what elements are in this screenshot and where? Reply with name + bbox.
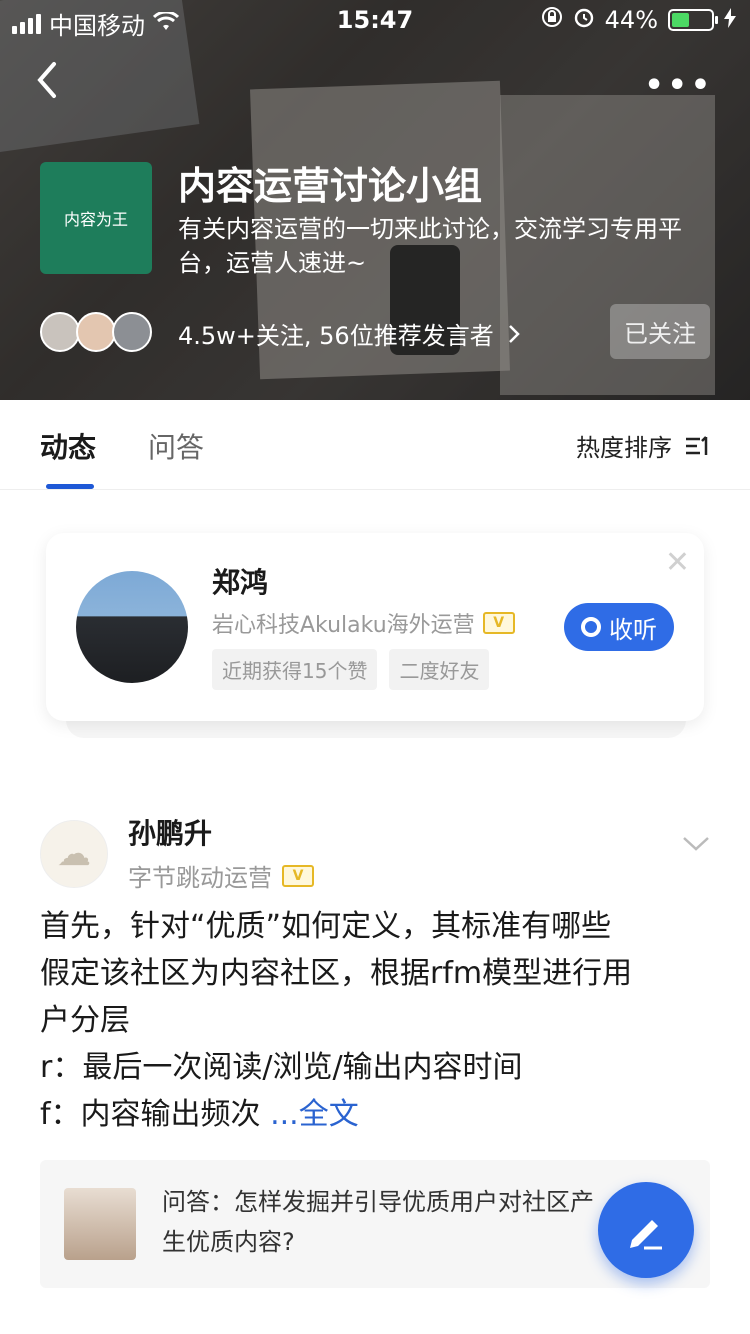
chevron-right-icon — [508, 324, 520, 343]
tag: 二度好友 — [389, 649, 490, 690]
avatar — [112, 312, 152, 352]
group-logo: 内容为王 — [40, 162, 152, 274]
compose-button[interactable] — [598, 1182, 694, 1278]
avatar — [40, 312, 80, 352]
recommend-user-card[interactable]: ✕ 郑鸿 岩心科技Akulaku海外运营 V 近期获得15个赞 二度好友 收听 — [46, 533, 704, 721]
follow-button[interactable]: 已关注 — [610, 304, 710, 359]
read-more-link[interactable]: ...全文 — [270, 1097, 359, 1132]
more-dots-icon: ••• — [644, 68, 714, 103]
sort-icon — [686, 435, 708, 455]
verified-badge-icon: V — [282, 864, 314, 887]
verified-badge-icon: V — [482, 612, 515, 634]
charging-icon — [724, 6, 736, 34]
tab-qa[interactable]: 问答 — [148, 426, 204, 466]
post-line: f：内容输出频次 — [40, 1097, 271, 1132]
back-arrow-icon — [37, 62, 56, 98]
alarm-icon — [573, 6, 595, 34]
avatar[interactable]: ☁ — [40, 820, 108, 888]
rotation-lock-icon — [541, 6, 563, 34]
active-tab-indicator — [46, 484, 94, 489]
question-text: 问答：怎样发掘并引导优质用户对社区产生优质内容? — [162, 1188, 594, 1256]
post-author-company: 字节跳动运营 — [128, 864, 272, 892]
listen-icon — [581, 617, 601, 637]
post-line: 首先，针对“优质”如何定义，其标准有哪些 — [40, 909, 612, 944]
chevron-down-icon[interactable] — [682, 826, 710, 859]
followers-link[interactable]: 4.5w+关注, 56位推荐发言者 — [178, 316, 520, 351]
avatar[interactable] — [76, 571, 188, 683]
close-icon[interactable]: ✕ — [665, 545, 690, 580]
card-stack-shadow — [66, 720, 686, 738]
speaker-avatars[interactable] — [40, 312, 152, 352]
user-tags: 近期获得15个赞 二度好友 — [212, 649, 490, 690]
tab-bar: 动态 问答 热度排序 — [0, 400, 750, 490]
user-name[interactable]: 郑鸿 — [212, 561, 268, 601]
avatar — [76, 312, 116, 352]
more-options-button[interactable]: ••• — [644, 68, 714, 103]
group-header: 中国移动 15:47 44% ••• 内容为王 内容运营讨论小组 有关内容运营的… — [0, 0, 750, 400]
post-line: 假定该社区为内容社区，根据rfm模型进行用 — [40, 956, 633, 991]
pencil-icon — [630, 1220, 662, 1250]
back-button[interactable] — [34, 60, 74, 110]
status-bar: 中国移动 15:47 44% — [0, 0, 750, 40]
group-description: 有关内容运营的一切来此讨论，交流学习专用平台，运营人速进~ — [178, 215, 682, 277]
listen-button[interactable]: 收听 — [564, 603, 674, 651]
tab-feed[interactable]: 动态 — [40, 426, 96, 466]
post-line: 户分层 — [40, 1003, 130, 1038]
group-title: 内容运营讨论小组 — [178, 164, 483, 208]
battery-percent: 44% — [604, 6, 658, 34]
post-body[interactable]: 首先，针对“优质”如何定义，其标准有哪些 假定该社区为内容社区，根据rfm模型进… — [40, 903, 720, 1138]
user-company: 岩心科技Akulaku海外运营 — [212, 613, 475, 638]
followers-count: 4.5w+关注, 56位推荐发言者 — [178, 322, 494, 350]
sort-label: 热度排序 — [576, 434, 672, 462]
sort-button[interactable]: 热度排序 — [576, 428, 710, 463]
post-line: r：最后一次阅读/浏览/输出内容时间 — [40, 1050, 523, 1085]
avatar — [64, 1188, 136, 1260]
battery-icon — [668, 9, 718, 31]
tag: 近期获得15个赞 — [212, 649, 378, 690]
post-author[interactable]: 孙鹏升 — [128, 812, 212, 852]
